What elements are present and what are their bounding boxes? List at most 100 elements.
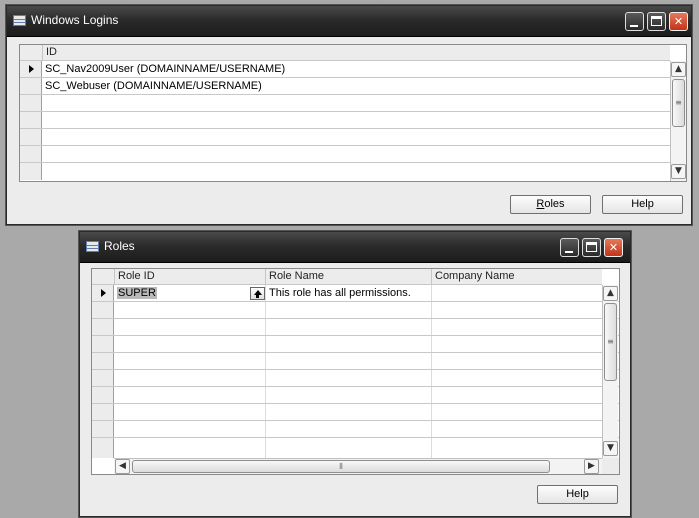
row-selector[interactable] bbox=[20, 112, 42, 128]
close-button[interactable]: ✕ bbox=[669, 12, 688, 31]
role-id-cell[interactable] bbox=[114, 353, 266, 369]
roles-titlebar[interactable]: Roles ✕ bbox=[80, 232, 630, 263]
role-name-cell[interactable] bbox=[266, 319, 432, 335]
vertical-scrollbar[interactable]: ▲ ≡ ▼ bbox=[602, 285, 618, 458]
role-name-cell[interactable]: This role has all permissions. bbox=[266, 285, 432, 301]
logins-grid: ID SC_Nav2009User (DOMAINNAME/USERNAME) … bbox=[19, 44, 687, 182]
role-name-cell[interactable] bbox=[266, 438, 432, 458]
role-id-cell[interactable] bbox=[114, 319, 266, 335]
scroll-up-icon[interactable]: ▲ bbox=[671, 62, 686, 77]
roles-button[interactable]: Roles bbox=[510, 195, 591, 214]
company-name-cell[interactable] bbox=[432, 285, 602, 301]
row-selector[interactable] bbox=[20, 95, 42, 111]
row-selector[interactable] bbox=[20, 61, 42, 77]
column-header-company-name[interactable]: Company Name bbox=[432, 269, 602, 285]
windows-logins-window: Windows Logins ✕ ID SC_Nav2009User (DOMA… bbox=[6, 5, 692, 225]
scroll-thumb[interactable]: ≡ bbox=[672, 79, 685, 127]
role-id-cell[interactable] bbox=[114, 336, 266, 352]
minimize-button[interactable] bbox=[560, 238, 579, 257]
id-cell[interactable]: SC_Nav2009User (DOMAINNAME/USERNAME) bbox=[42, 61, 670, 77]
table-row[interactable]: SC_Nav2009User (DOMAINNAME/USERNAME) bbox=[20, 61, 686, 78]
table-row[interactable] bbox=[92, 336, 619, 353]
row-selector[interactable] bbox=[92, 336, 114, 352]
row-selector[interactable] bbox=[92, 319, 114, 335]
row-selector[interactable] bbox=[92, 438, 114, 458]
roles-window: Roles ✕ Role ID Role Name Company Name S… bbox=[79, 231, 631, 517]
scroll-left-icon[interactable]: ◀ bbox=[115, 459, 130, 474]
role-id-cell[interactable] bbox=[114, 421, 266, 437]
row-selector[interactable] bbox=[20, 78, 42, 94]
role-id-cell[interactable]: SUPER bbox=[114, 285, 266, 301]
windows-logins-titlebar[interactable]: Windows Logins ✕ bbox=[7, 6, 691, 37]
row-selector[interactable] bbox=[92, 285, 114, 301]
table-row[interactable] bbox=[92, 387, 619, 404]
role-name-cell[interactable] bbox=[266, 353, 432, 369]
row-selector[interactable] bbox=[92, 353, 114, 369]
maximize-icon bbox=[586, 242, 597, 252]
table-row[interactable] bbox=[20, 95, 686, 112]
id-cell[interactable] bbox=[42, 112, 670, 128]
close-button[interactable]: ✕ bbox=[604, 238, 623, 257]
column-header-role-name[interactable]: Role Name bbox=[266, 269, 432, 285]
minimize-button[interactable] bbox=[625, 12, 644, 31]
scrollbar-corner bbox=[602, 458, 619, 474]
role-id-cell[interactable] bbox=[114, 387, 266, 403]
role-id-value[interactable]: SUPER bbox=[117, 287, 157, 299]
row-selector[interactable] bbox=[92, 421, 114, 437]
id-cell[interactable] bbox=[42, 95, 670, 111]
row-selector[interactable] bbox=[92, 387, 114, 403]
role-name-cell[interactable] bbox=[266, 302, 432, 318]
maximize-button[interactable] bbox=[582, 238, 601, 257]
scroll-thumb[interactable]: ⦀ bbox=[132, 460, 550, 473]
table-row[interactable] bbox=[92, 421, 619, 438]
selector-header bbox=[92, 269, 115, 285]
role-name-cell[interactable] bbox=[266, 421, 432, 437]
horizontal-scrollbar[interactable]: ◀ ⦀ ▶ bbox=[114, 458, 602, 474]
row-selector[interactable] bbox=[92, 302, 114, 318]
table-row[interactable] bbox=[92, 404, 619, 421]
role-name-cell[interactable] bbox=[266, 336, 432, 352]
help-button[interactable]: Help bbox=[602, 195, 683, 214]
table-row[interactable]: SUPER This role has all permissions. bbox=[92, 285, 619, 302]
table-row[interactable]: SC_Webuser (DOMAINNAME/USERNAME) bbox=[20, 78, 686, 95]
row-selector[interactable] bbox=[20, 129, 42, 145]
role-id-cell[interactable] bbox=[114, 438, 266, 458]
scroll-up-icon[interactable]: ▲ bbox=[603, 286, 618, 301]
help-button[interactable]: Help bbox=[537, 485, 618, 504]
row-selector[interactable] bbox=[92, 404, 114, 420]
table-row[interactable] bbox=[20, 146, 686, 163]
scroll-right-icon[interactable]: ▶ bbox=[584, 459, 599, 474]
scroll-thumb[interactable]: ≡ bbox=[604, 303, 617, 381]
role-name-cell[interactable] bbox=[266, 387, 432, 403]
lookup-icon[interactable] bbox=[250, 287, 265, 300]
role-name-cell[interactable] bbox=[266, 404, 432, 420]
role-id-cell[interactable] bbox=[114, 404, 266, 420]
table-row[interactable] bbox=[92, 302, 619, 319]
table-row[interactable] bbox=[92, 319, 619, 336]
id-cell[interactable] bbox=[42, 129, 670, 145]
scroll-down-icon[interactable]: ▼ bbox=[603, 441, 618, 456]
table-row[interactable] bbox=[20, 112, 686, 129]
id-cell[interactable] bbox=[42, 163, 670, 179]
table-row[interactable] bbox=[20, 129, 686, 146]
role-name-cell[interactable] bbox=[266, 370, 432, 386]
table-row[interactable] bbox=[92, 353, 619, 370]
maximize-button[interactable] bbox=[647, 12, 666, 31]
table-row[interactable] bbox=[20, 163, 686, 180]
role-id-cell[interactable] bbox=[114, 302, 266, 318]
table-row[interactable] bbox=[92, 438, 619, 458]
row-selector[interactable] bbox=[20, 146, 42, 162]
vertical-scrollbar[interactable]: ▲ ≡ ▼ bbox=[670, 61, 686, 181]
column-header-id[interactable]: ID bbox=[43, 45, 670, 61]
row-selector[interactable] bbox=[20, 163, 42, 180]
scroll-down-icon[interactable]: ▼ bbox=[671, 164, 686, 179]
minimize-icon bbox=[630, 25, 638, 27]
maximize-icon bbox=[651, 16, 662, 26]
table-row[interactable] bbox=[92, 370, 619, 387]
id-cell[interactable] bbox=[42, 146, 670, 162]
column-header-role-id[interactable]: Role ID bbox=[115, 269, 266, 285]
close-icon: ✕ bbox=[673, 15, 684, 28]
id-cell[interactable]: SC_Webuser (DOMAINNAME/USERNAME) bbox=[42, 78, 670, 94]
row-selector[interactable] bbox=[92, 370, 114, 386]
role-id-cell[interactable] bbox=[114, 370, 266, 386]
